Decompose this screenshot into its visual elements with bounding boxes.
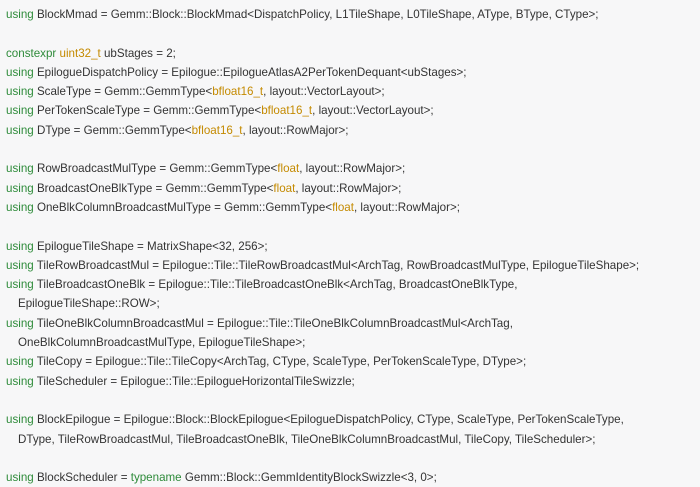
- code-text: TileScheduler = Epilogue::Tile::Epilogue…: [33, 374, 355, 388]
- code-line: constexpr uint32_t ubStages = 2;: [6, 44, 700, 63]
- code-text: DType = Gemm::GemmType<: [33, 123, 192, 137]
- code-keyword: using: [6, 8, 34, 21]
- code-view: using BlockMmad = Gemm::Block::BlockMmad…: [0, 0, 700, 484]
- code-line: using BlockMmad = Gemm::Block::BlockMmad…: [6, 5, 700, 24]
- code-text: TileBroadcastOneBlk = Epilogue::Tile::Ti…: [33, 278, 518, 292]
- code-line: OneBlkColumnBroadcastMulType, EpilogueTi…: [6, 333, 700, 352]
- code-type: uint32_t: [59, 46, 101, 60]
- code-keyword: using: [6, 316, 34, 330]
- code-line: DType, TileRowBroadcastMul, TileBroadcas…: [6, 430, 700, 449]
- code-keyword: using: [6, 85, 34, 99]
- code-line: using BlockEpilogue = Epilogue::Block::B…: [6, 410, 700, 429]
- code-text: TileCopy = Epilogue::Tile::TileCopy<Arch…: [33, 355, 527, 369]
- code-text: TileOneBlkColumnBroadcastMul = Epilogue:…: [33, 316, 513, 330]
- code-text: BroadcastOneBlkType = Gemm::GemmType<: [33, 181, 274, 195]
- code-text: DType, TileRowBroadcastMul, TileBroadcas…: [18, 432, 596, 446]
- code-line: using BlockScheduler = typename Gemm::Bl…: [6, 468, 700, 487]
- code-text: EpilogueTileShape::ROW>;: [18, 297, 160, 311]
- code-line: EpilogueTileShape::ROW>;: [6, 294, 700, 313]
- code-type: float: [273, 181, 296, 195]
- code-type: bfloat16_t: [191, 123, 243, 137]
- code-keyword: using: [6, 413, 34, 427]
- code-keyword: using: [6, 65, 34, 79]
- code-keyword: using: [6, 355, 34, 369]
- code-line: using TileRowBroadcastMul = Epilogue::Ti…: [6, 256, 700, 275]
- code-text: Gemm::Block::GemmIdentityBlockSwizzle<3,…: [181, 471, 437, 485]
- code-line: using ScaleType = Gemm::GemmType<bfloat1…: [6, 82, 700, 101]
- code-line: using BroadcastOneBlkType = Gemm::GemmTy…: [6, 179, 700, 198]
- code-text: RowBroadcastMulType = Gemm::GemmType<: [33, 162, 278, 176]
- code-line: using EpilogueTileShape = MatrixShape<32…: [6, 237, 700, 256]
- code-text: PerTokenScaleType = Gemm::GemmType<: [33, 104, 262, 118]
- code-text: EpilogueTileShape = MatrixShape<32, 256>…: [33, 239, 268, 253]
- code-text: , layout::RowMajor>;: [242, 123, 349, 137]
- code-text: , layout::RowMajor>;: [299, 162, 406, 176]
- code-keyword: using: [6, 258, 34, 272]
- code-line: using DType = Gemm::GemmType<bfloat16_t,…: [6, 121, 700, 140]
- code-text: ScaleType = Gemm::GemmType<: [33, 85, 213, 99]
- code-text: BlockScheduler =: [33, 471, 131, 485]
- code-text: TileRowBroadcastMul = Epilogue::Tile::Ti…: [33, 258, 640, 272]
- code-text: , layout::RowMajor>;: [295, 181, 402, 195]
- code-type: float: [332, 200, 354, 214]
- code-keyword: using: [6, 200, 34, 214]
- code-keyword: using: [6, 123, 34, 137]
- code-keyword: using: [6, 181, 34, 195]
- code-line: using OneBlkColumnBroadcastMulType = Gem…: [6, 198, 700, 217]
- code-keyword: using: [6, 162, 34, 176]
- code-type: bfloat16_t: [261, 104, 313, 118]
- code-text: EpilogueDispatchPolicy = Epilogue::Epilo…: [33, 65, 467, 79]
- code-line: using TileOneBlkColumnBroadcastMul = Epi…: [6, 314, 700, 333]
- code-text: BlockEpilogue = Epilogue::Block::BlockEp…: [33, 413, 624, 427]
- code-text: , layout::VectorLayout>;: [312, 104, 434, 118]
- code-keyword: constexpr: [6, 46, 57, 60]
- code-line: using EpilogueDispatchPolicy = Epilogue:…: [6, 63, 700, 82]
- code-keyword: using: [6, 278, 34, 292]
- code-text: , layout::VectorLayout>;: [263, 85, 385, 99]
- code-line: using TileScheduler = Epilogue::Tile::Ep…: [6, 372, 700, 391]
- code-keyword: using: [6, 471, 34, 485]
- code-line: using TileBroadcastOneBlk = Epilogue::Ti…: [6, 275, 700, 294]
- code-line: using RowBroadcastMulType = Gemm::GemmTy…: [6, 159, 700, 178]
- code-keyword: using: [6, 239, 34, 253]
- code-line: using PerTokenScaleType = Gemm::GemmType…: [6, 101, 700, 120]
- code-keyword: typename: [130, 471, 182, 485]
- code-text: ubStages = 2;: [100, 46, 176, 60]
- code-type: float: [277, 162, 300, 176]
- code-text: BlockMmad = Gemm::Block::BlockMmad<Dispa…: [33, 8, 599, 21]
- code-text: OneBlkColumnBroadcastMulType = Gemm::Gem…: [33, 200, 333, 214]
- code-keyword: using: [6, 104, 34, 118]
- code-line: using TileCopy = Epilogue::Tile::TileCop…: [6, 352, 700, 371]
- code-text: , layout::RowMajor>;: [353, 200, 460, 214]
- code-text: OneBlkColumnBroadcastMulType, EpilogueTi…: [18, 336, 306, 350]
- code-type: bfloat16_t: [212, 85, 264, 99]
- code-keyword: using: [6, 374, 34, 388]
